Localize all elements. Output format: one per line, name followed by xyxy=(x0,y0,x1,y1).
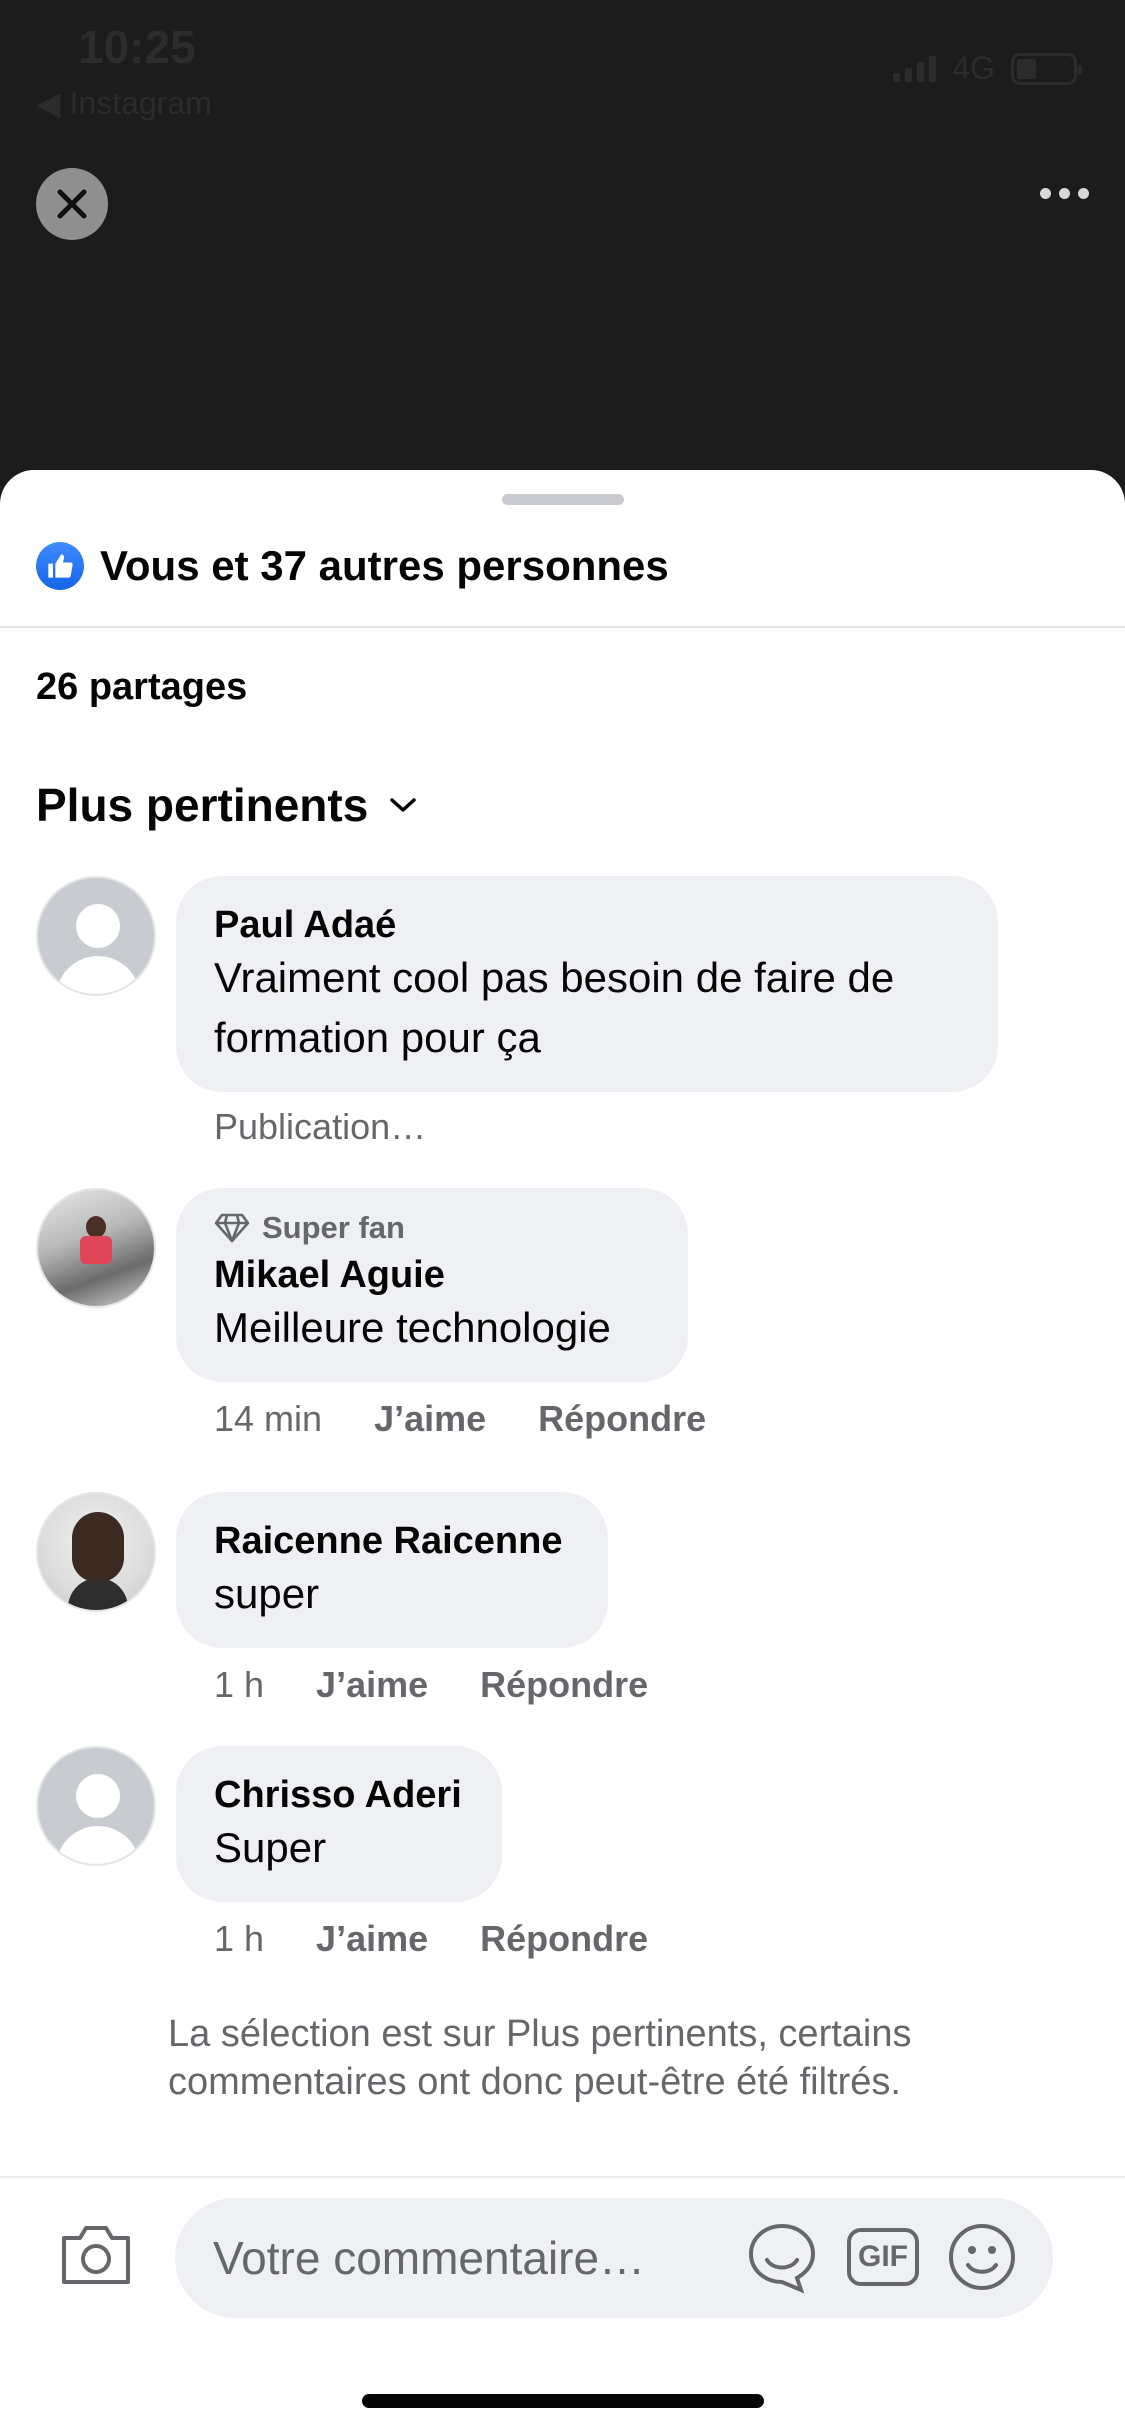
sheet-drag-handle[interactable] xyxy=(502,494,624,505)
comment-text: Vraiment cool pas besoin de faire de xyxy=(214,954,895,1001)
emoji-icon[interactable] xyxy=(947,2222,1017,2292)
super-fan-badge: Super fan xyxy=(214,1210,650,1246)
filter-notice: La sélection est sur Plus pertinents, ce… xyxy=(168,2010,1068,2106)
gif-button[interactable]: GIF xyxy=(847,2228,919,2286)
camera-button[interactable] xyxy=(58,2222,134,2293)
comment-input[interactable]: Votre commentaire… GIF xyxy=(175,2198,1053,2318)
avatar[interactable] xyxy=(36,1746,156,1866)
comment-text: Super xyxy=(214,1824,327,1871)
background-overlay: 10:25 ◀ Instagram 4G xyxy=(0,0,1125,480)
comment-placeholder: Votre commentaire… xyxy=(213,2232,646,2284)
comment-actions: 1 h J’aime Répondre xyxy=(214,1918,648,1960)
comment-actions: 14 min J’aime Répondre xyxy=(214,1398,706,1440)
comment-bubble[interactable]: Super fan Mikael Aguie Meilleure technol… xyxy=(176,1188,688,1382)
badge-label: Super fan xyxy=(262,1210,405,1245)
comment-text: super xyxy=(214,1570,320,1617)
more-options-icon xyxy=(1040,188,1051,199)
avatar[interactable] xyxy=(36,1188,156,1308)
reply-button[interactable]: Répondre xyxy=(480,1918,648,1960)
comment-bubble[interactable]: Raicenne Raicenne super xyxy=(176,1492,608,1648)
comment-author[interactable]: Raicenne Raicenne xyxy=(214,1518,570,1564)
home-indicator[interactable] xyxy=(362,2394,764,2408)
shares-count[interactable]: 26 partages xyxy=(36,666,247,709)
diamond-icon xyxy=(214,1213,250,1243)
comment-bubble[interactable]: Paul Adaé Vraiment cool pas besoin de fa… xyxy=(176,876,998,1092)
comment-time: 14 min xyxy=(214,1398,323,1439)
comment-time: 1 h xyxy=(214,1918,265,1959)
reactions-summary[interactable]: Vous et 37 autres personnes xyxy=(36,542,669,590)
comment-item: Chrisso Aderi Super 1 h J’aime Répondre xyxy=(36,1746,648,1960)
comment-item: Paul Adaé Vraiment cool pas besoin de fa… xyxy=(36,876,998,1148)
sticker-icon[interactable] xyxy=(745,2220,819,2294)
network-type: 4G xyxy=(952,50,995,86)
comment-bubble[interactable]: Chrisso Aderi Super xyxy=(176,1746,502,1902)
gif-label: GIF xyxy=(858,2240,908,2273)
signal-icon xyxy=(893,55,937,82)
filter-notice-line: La sélection est sur Plus pertinents, ce… xyxy=(168,2013,912,2055)
battery-icon xyxy=(1011,52,1082,85)
comment-actions: 1 h J’aime Répondre xyxy=(214,1664,648,1706)
avatar[interactable] xyxy=(36,876,156,996)
avatar[interactable] xyxy=(36,1492,156,1612)
comment-time: 1 h xyxy=(214,1664,265,1705)
comment-author[interactable]: Paul Adaé xyxy=(214,902,960,948)
comment-item: Raicenne Raicenne super 1 h J’aime Répon… xyxy=(36,1492,648,1706)
close-icon xyxy=(57,189,87,219)
back-to-app-link[interactable]: ◀ Instagram xyxy=(36,84,212,122)
sort-dropdown[interactable]: Plus pertinents xyxy=(36,778,418,832)
comments-sheet: Vous et 37 autres personnes 26 partages … xyxy=(0,470,1125,2436)
like-button[interactable]: J’aime xyxy=(316,1918,428,1960)
comment-status: Publication… xyxy=(214,1106,427,1147)
chevron-down-icon xyxy=(390,798,417,812)
comment-text: Meilleure technologie xyxy=(214,1304,611,1351)
reply-button[interactable]: Répondre xyxy=(480,1664,648,1706)
like-thumb-icon xyxy=(36,542,84,590)
like-button[interactable]: J’aime xyxy=(316,1664,428,1706)
camera-icon xyxy=(62,2226,130,2284)
close-button[interactable] xyxy=(36,168,108,240)
comment-author[interactable]: Mikael Aguie xyxy=(214,1252,650,1298)
status-indicators: 4G xyxy=(893,50,1082,87)
divider xyxy=(0,2176,1125,2178)
like-button[interactable]: J’aime xyxy=(374,1398,486,1440)
comment-text: formation pour ça xyxy=(214,1014,541,1061)
divider xyxy=(0,626,1125,628)
status-time: 10:25 xyxy=(78,21,196,73)
more-options-button[interactable] xyxy=(1040,188,1089,199)
sort-label: Plus pertinents xyxy=(36,779,369,831)
comment-author[interactable]: Chrisso Aderi xyxy=(214,1772,464,1818)
reactions-text: Vous et 37 autres personnes xyxy=(100,542,669,589)
reply-button[interactable]: Répondre xyxy=(538,1398,706,1440)
comment-item: Super fan Mikael Aguie Meilleure technol… xyxy=(36,1188,706,1440)
filter-notice-line: commentaires ont donc peut-être été filt… xyxy=(168,2061,901,2103)
